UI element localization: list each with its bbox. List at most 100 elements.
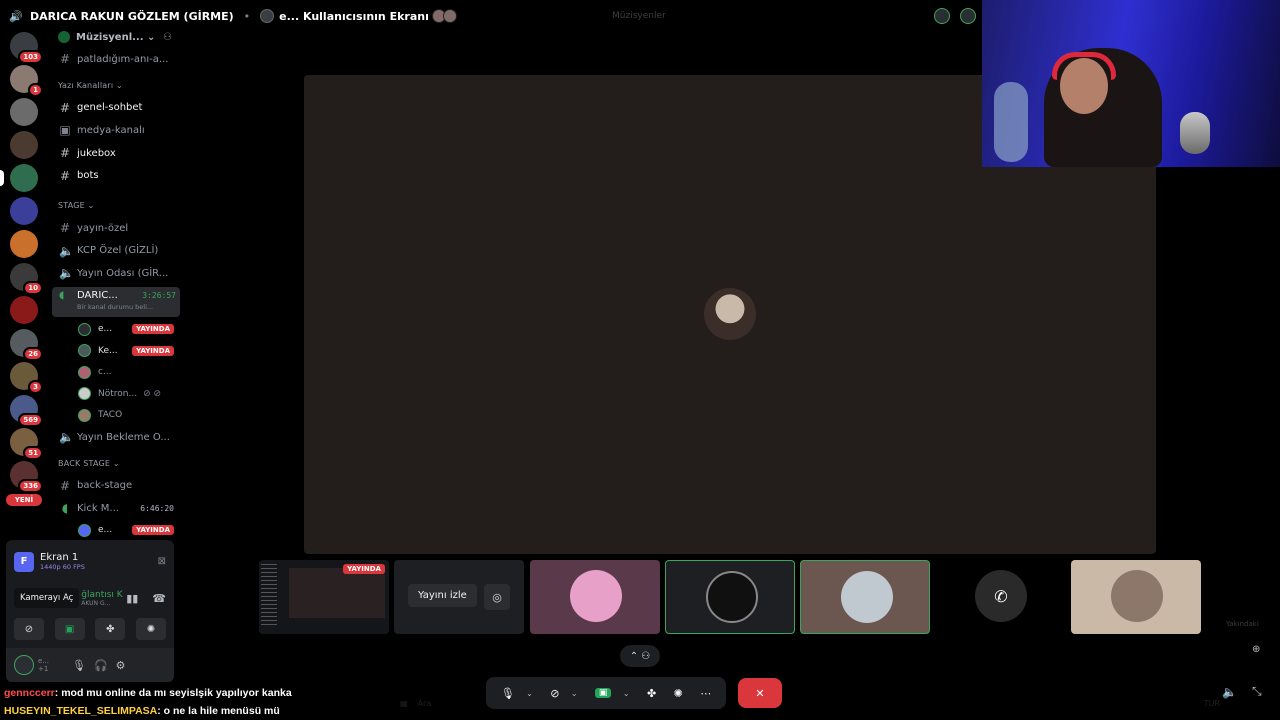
category-back-stage[interactable]: BACK STAGE ⌄ <box>52 452 180 474</box>
watch-stream-button[interactable]: Yayını izle <box>408 584 477 607</box>
speaker-icon: 🔈 <box>59 266 74 281</box>
server-name: Müzisyenl... <box>76 31 144 43</box>
server-icon[interactable]: 51 <box>10 428 43 460</box>
headphones-icon[interactable]: 🎧 <box>94 659 108 672</box>
channel-item-kick[interactable]: ◖ Kick M... 6:46:20 <box>52 497 180 520</box>
server-icon[interactable]: 336 <box>10 461 43 493</box>
microphone-icon[interactable]: 🎙 <box>72 659 86 672</box>
member-name: e... <box>98 525 113 536</box>
server-icon[interactable]: 1 <box>10 65 43 97</box>
channel-item-yayin-odasi[interactable]: 🔈 Yayın Odası (GİR... <box>52 262 180 285</box>
voice-member[interactable]: c... <box>52 362 180 383</box>
channel-item-kcp-ozel[interactable]: 🔈 KCP Özel (GİZLİ) <box>52 240 180 263</box>
watch-popout-icon[interactable]: ◎ <box>484 584 510 610</box>
channel-item-yayin-bekleme[interactable]: 🔈 Yayın Bekleme O... <box>52 426 180 449</box>
category-stage[interactable]: STAGE ⌄ <box>52 195 180 217</box>
channel-item-back-stage[interactable]: # back-stage <box>52 474 180 497</box>
voice-member[interactable]: Nötron... ⊘ ⊘ <box>52 383 180 404</box>
server-icon[interactable]: 26 <box>10 329 43 361</box>
channel-item[interactable]: # patladığım-anı-a... <box>52 48 180 71</box>
server-icon[interactable]: 3 <box>10 362 43 394</box>
server-header[interactable]: Müzisyenl... ⌄ ⚇ <box>52 26 180 48</box>
taskbar-search: Ara <box>417 698 432 708</box>
invite-icon[interactable] <box>960 8 976 24</box>
participant-tile-watch[interactable]: Yayını izle ◎ <box>394 560 524 634</box>
participant-tile[interactable] <box>1071 560 1201 634</box>
participant-tile[interactable] <box>530 560 660 634</box>
channel-label: Kick M... <box>77 502 119 514</box>
member-name: e... <box>98 324 113 335</box>
soundboard-button[interactable]: ✺ <box>135 618 166 640</box>
voice-active-icon: ◖ <box>61 501 69 516</box>
avatar <box>78 387 91 401</box>
voice-member-list: e... YAYINDA Ke... YAYINDA c... Nötron... ⊘ ⊘ T… <box>52 319 180 426</box>
volume-icon[interactable]: 🔈 <box>1222 685 1237 699</box>
participant-tile-stream[interactable]: YAYINDA <box>259 560 389 634</box>
active-voice-channel[interactable]: ◖ DARIC... 3:26:57 Bir kanal durumu beli..… <box>52 286 180 317</box>
chat-message: HUSEYIN_TEKEL_SELIMPASA: o ne la hile me… <box>4 702 292 720</box>
signal-icon[interactable]: ▮▮ <box>126 592 138 605</box>
user-status: +1 <box>38 665 49 673</box>
faded-header-label: Müzisyenler <box>612 11 666 21</box>
server-icon[interactable] <box>10 296 38 324</box>
camera-off-button[interactable]: ⊘ <box>14 618 44 640</box>
activity-icon[interactable] <box>934 8 950 24</box>
screen-name: Ekran 1 <box>40 552 79 563</box>
server-icon[interactable]: 10 <box>10 263 43 295</box>
voice-member[interactable]: e... YAYINDA <box>52 519 180 540</box>
headphones-shape <box>1052 52 1116 80</box>
camera-tooltip: Kamerayı Aç <box>14 588 80 608</box>
voice-timer: 3:26:57 <box>142 290 176 300</box>
fullscreen-exit-icon[interactable]: ⤡ <box>1252 684 1262 699</box>
stop-share-icon[interactable]: ⊠ <box>158 556 166 567</box>
mention-badge: 1 <box>28 83 43 97</box>
media-icon: ▣ <box>59 123 71 138</box>
new-badge[interactable]: YENİ <box>6 494 42 506</box>
hash-icon: # <box>59 221 71 236</box>
voice-member[interactable]: TACO <box>52 404 180 425</box>
channel-item-bots[interactable]: # bots <box>52 164 180 187</box>
avatar[interactable] <box>14 655 34 675</box>
channel-label: Yayın Odası (GİR... <box>77 267 169 279</box>
screen-share-row: F Ekran 1 1440p 60 FPS ⊠ <box>6 540 174 576</box>
channel-item-jukebox[interactable]: # jukebox <box>52 142 180 165</box>
gear-icon[interactable]: ⚙ <box>116 659 126 672</box>
hash-icon: # <box>59 168 71 183</box>
mention-badge: 569 <box>18 413 43 427</box>
avatar <box>706 571 758 623</box>
channel-label: bots <box>77 170 99 182</box>
screen-share-button[interactable]: ▣ <box>54 618 85 640</box>
hash-icon: # <box>59 100 71 115</box>
chat-text: : o ne la hile menüsü mü <box>157 705 280 717</box>
channel-item-yayin-ozel[interactable]: # yayın-özel <box>52 217 180 240</box>
category-label: STAGE <box>58 201 85 211</box>
participant-tile-speaking[interactable] <box>800 560 930 634</box>
thumbnail-screen <box>289 568 385 618</box>
show-participants-button[interactable]: ⌃ ⚇ <box>620 645 660 667</box>
participant-tile-speaking[interactable] <box>665 560 795 634</box>
server-icon[interactable]: 569 <box>10 395 43 427</box>
server-icon[interactable] <box>10 131 38 159</box>
participant-tile[interactable]: ✆ <box>935 560 1065 634</box>
voice-member[interactable]: Ke... YAYINDA <box>52 340 180 361</box>
server-icon[interactable] <box>10 230 38 258</box>
speaker-icon: 🔈 <box>59 243 74 258</box>
disconnect-icon[interactable]: ☎ <box>152 592 166 605</box>
server-icon[interactable] <box>0 164 38 192</box>
add-member-icon[interactable]: ⚇ <box>163 32 172 43</box>
viewer-avatars[interactable] <box>431 9 457 23</box>
server-icon[interactable]: 103 <box>10 32 43 64</box>
connection-channel: AKUN G... <box>81 599 111 607</box>
activities-button[interactable]: ✤ <box>95 618 126 640</box>
channel-item-medya-kanali[interactable]: ▣ medya-kanalı <box>52 119 180 142</box>
category-text[interactable]: Yazı Kanalları ⌄ <box>52 75 180 97</box>
server-icon[interactable] <box>10 98 38 126</box>
avatar <box>78 344 91 358</box>
server-icon[interactable] <box>10 197 38 225</box>
server-icon <box>58 31 70 43</box>
zoom-icon[interactable]: ⊕ <box>1252 644 1260 655</box>
mention-badge: 10 <box>23 281 43 295</box>
voice-member[interactable]: e... YAYINDA <box>52 319 180 340</box>
channel-item-genel-sohbet[interactable]: # genel-sohbet <box>52 97 180 120</box>
microphone-shape <box>1180 112 1210 154</box>
